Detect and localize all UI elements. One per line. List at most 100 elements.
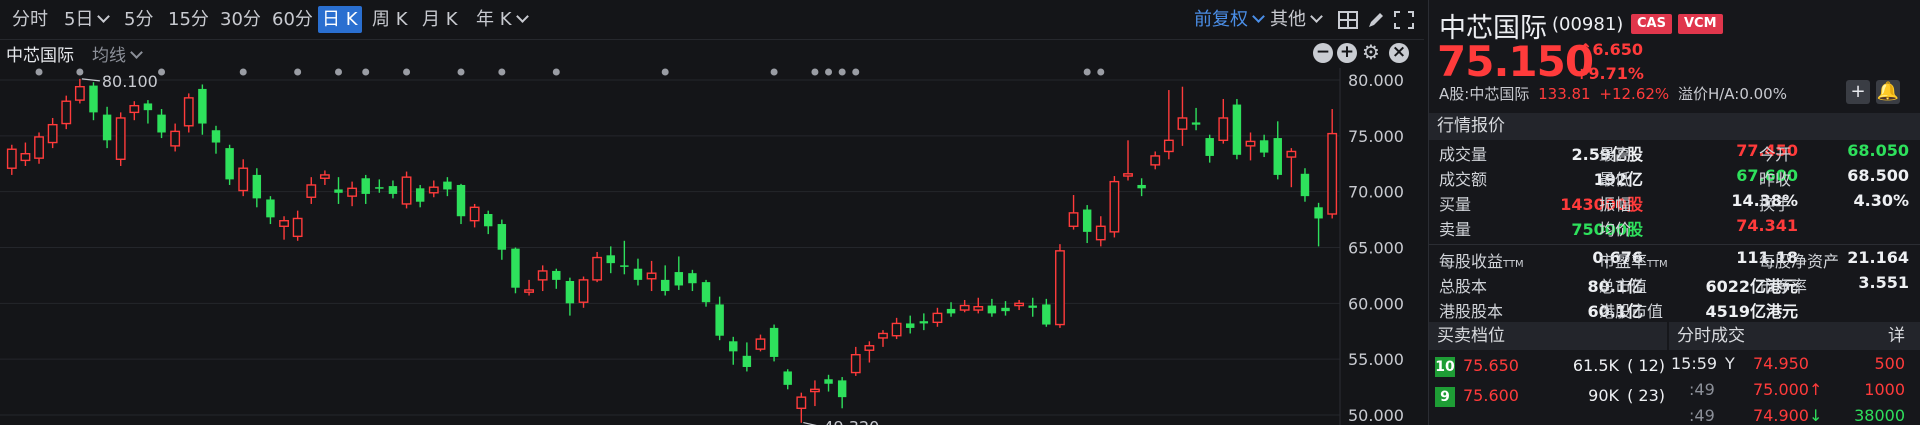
order-price: 75.600 bbox=[1463, 386, 1519, 405]
candle-body bbox=[484, 214, 493, 227]
stat-label: 今开 bbox=[1759, 145, 1792, 164]
candle-body bbox=[292, 217, 303, 238]
fundamental-label: 每股净资产 bbox=[1759, 252, 1840, 271]
event-marker bbox=[811, 68, 819, 76]
chevron-down-icon bbox=[1310, 10, 1323, 23]
zoom-out-icon[interactable]: − bbox=[1313, 43, 1333, 63]
settings-gear-icon[interactable]: ⚙ bbox=[1361, 42, 1381, 63]
candle-body bbox=[674, 272, 684, 286]
trade-row: 15:59 Y 74.950 500 bbox=[1669, 352, 1920, 378]
fullscreen-icon[interactable] bbox=[1393, 10, 1415, 30]
event-marker bbox=[770, 68, 778, 76]
fundamental-label: 市净率 bbox=[1759, 277, 1808, 296]
candle-body bbox=[47, 123, 58, 144]
period-5day[interactable]: 5日 bbox=[60, 6, 112, 33]
event-marker bbox=[239, 68, 247, 76]
candle-body bbox=[919, 321, 929, 324]
candle-body bbox=[1218, 117, 1229, 142]
alert-bell-icon[interactable]: 🔔 bbox=[1876, 80, 1900, 104]
period-monthly-k[interactable]: 月 K bbox=[418, 6, 462, 33]
candle-body bbox=[375, 187, 384, 189]
draw-pen-icon[interactable] bbox=[1365, 10, 1387, 30]
order-price: 75.650 bbox=[1463, 356, 1519, 375]
period-5min[interactable]: 5分 bbox=[120, 6, 157, 33]
event-marker bbox=[457, 68, 465, 76]
orderbook-title: 买卖档位 bbox=[1429, 322, 1667, 350]
trade-time: :49 bbox=[1689, 380, 1715, 399]
vcm-badge: VCM bbox=[1678, 14, 1723, 34]
orderbook-row[interactable]: 9 75.600 90K ( 23) bbox=[1429, 382, 1667, 412]
stat-value: 4.30% bbox=[1853, 191, 1909, 210]
candle-body bbox=[115, 117, 126, 160]
candle-body bbox=[1150, 155, 1161, 166]
candle-body bbox=[769, 327, 779, 357]
period-intraday[interactable]: 分时 bbox=[8, 6, 52, 33]
fundamental-value: 4519亿港元 bbox=[1705, 302, 1798, 321]
candle-body bbox=[89, 85, 98, 113]
candle-body bbox=[198, 88, 207, 124]
candle-body bbox=[361, 178, 370, 194]
candle-body bbox=[565, 281, 575, 304]
down-arrow-icon: ↓ bbox=[1808, 406, 1823, 425]
period-15min[interactable]: 15分 bbox=[164, 6, 213, 33]
fundamental-value: 21.164 bbox=[1847, 248, 1909, 267]
other-select[interactable]: 其他 bbox=[1266, 6, 1325, 33]
event-marker bbox=[1083, 68, 1091, 76]
candle-body bbox=[183, 97, 194, 127]
layout-grid-icon[interactable] bbox=[1337, 10, 1359, 30]
ma-select[interactable]: 均线 bbox=[92, 41, 143, 66]
candle-body bbox=[157, 114, 166, 133]
y-tick-label: 50.000 bbox=[1348, 406, 1404, 425]
candle-body bbox=[20, 152, 31, 162]
candle-body bbox=[443, 181, 452, 190]
level-badge: 10 bbox=[1435, 357, 1455, 377]
candle-body bbox=[932, 312, 943, 324]
trade-time: 15:59 bbox=[1671, 354, 1718, 373]
trade-price: 74.900↓ bbox=[1753, 406, 1823, 425]
quote-stats: 成交量 2.59亿股 最高 77.450 今开 68.050 成交额 192亿 最低 67.600… bbox=[1429, 141, 1920, 246]
event-marker bbox=[403, 68, 411, 76]
orderbook-row[interactable]: 10 75.650 61.5K ( 12) bbox=[1429, 352, 1667, 382]
up-arrow-icon: ↑ bbox=[1579, 40, 1593, 59]
candle-body bbox=[415, 188, 425, 202]
period-daily-k[interactable]: 日 K bbox=[318, 6, 362, 33]
bottom-panels: 买卖档位 分时成交 详 10 75.650 61.5K ( 12) 9 75.600 90K… bbox=[1429, 322, 1920, 425]
adjust-select[interactable]: 前复权 bbox=[1190, 6, 1267, 33]
trade-row: :49 75.000↑ 1000 bbox=[1669, 378, 1920, 404]
event-marker bbox=[1097, 68, 1105, 76]
order-volume: 90K bbox=[1588, 386, 1619, 405]
stat-label: 振幅 bbox=[1599, 195, 1632, 214]
stat-label: 换手 bbox=[1759, 195, 1792, 214]
candle-body bbox=[388, 186, 398, 194]
candle-body bbox=[1163, 139, 1174, 153]
trade-volume: 38000 bbox=[1854, 406, 1905, 425]
add-watchlist-icon[interactable]: + bbox=[1846, 80, 1870, 104]
close-icon[interactable]: × bbox=[1389, 43, 1409, 63]
candle-body bbox=[1123, 173, 1133, 177]
stat-label: 成交量 bbox=[1439, 145, 1488, 164]
trades-title: 分时成交 bbox=[1677, 326, 1745, 346]
trade-volume: 1000 bbox=[1864, 380, 1905, 399]
annotation-label: 80.100 bbox=[102, 72, 158, 91]
chevron-down-icon bbox=[1252, 10, 1265, 23]
candle-body bbox=[1068, 212, 1079, 227]
candle-body bbox=[946, 308, 956, 314]
period-yearly-k[interactable]: 年 K bbox=[472, 6, 531, 33]
period-weekly-k[interactable]: 周 K bbox=[368, 6, 412, 33]
period-60min[interactable]: 60分 bbox=[268, 6, 317, 33]
candle-body bbox=[592, 256, 603, 281]
period-30min[interactable]: 30分 bbox=[216, 6, 265, 33]
candlestick-chart[interactable]: 80.000 75.000 70.000 65.000 60.000 55.000 50.0… bbox=[0, 68, 1424, 425]
chevron-down-icon bbox=[515, 10, 529, 23]
premium-value: 0.00% bbox=[1739, 85, 1787, 103]
ashare-pct: +12.62% bbox=[1599, 85, 1670, 103]
candle-body bbox=[1095, 225, 1106, 241]
candle-body bbox=[552, 270, 561, 280]
annotation-label: 49.320 bbox=[823, 418, 879, 425]
candle-body bbox=[715, 304, 724, 336]
event-marker bbox=[838, 68, 846, 76]
candle-body bbox=[469, 206, 480, 222]
trades-detail-button[interactable]: 详 bbox=[1888, 322, 1905, 350]
candle-body bbox=[688, 273, 697, 284]
zoom-in-icon[interactable]: + bbox=[1337, 43, 1357, 63]
